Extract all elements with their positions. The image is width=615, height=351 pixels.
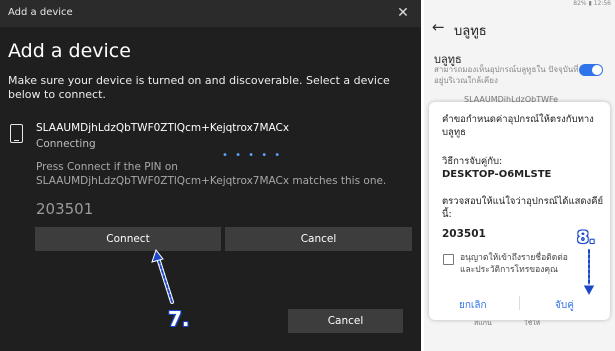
button-divider — [519, 296, 520, 310]
close-icon[interactable]: ✕ — [393, 3, 413, 23]
pairing-dialog: คำขอกำหนดค่าอุปกรณ์ให้ตรงกับทางบลูทูธ วิ… — [429, 102, 610, 320]
screen-title: บลูทูธ — [454, 24, 487, 39]
phone-icon — [10, 124, 23, 143]
instructions-text: Make sure your device is turned on and d… — [8, 74, 390, 101]
allow-contacts-label: อนุญาตให้เข้าถึงรายชื่อติดต่อและประวัติก… — [460, 253, 568, 275]
window-title: Add a device — [8, 7, 73, 18]
bluetooth-description: สามารถมองเห็นอุปกรณ์บลูทูธใน ปัจจุบันที่… — [434, 65, 579, 85]
footer-cancel-button[interactable]: Cancel — [288, 309, 403, 333]
status-bar: 82% ▮ 12:56 — [424, 0, 615, 12]
page-title: Add a device — [8, 40, 131, 62]
connect-button[interactable]: Connect — [35, 227, 221, 251]
allow-contacts-checkbox[interactable] — [443, 254, 454, 265]
status-bar-text: 82% ▮ 12:56 — [573, 0, 611, 7]
dialog-cancel-button[interactable]: ยกเลิก — [459, 298, 487, 313]
step-8-annotation: 8. — [577, 228, 596, 248]
verify-key-label: ตรวจสอบให้แน่ใจว่าอุปกรณ์ได้แสดงคีย์นี้: — [442, 196, 604, 220]
add-device-window: Add a device ✕ Add a device Make sure yo… — [0, 0, 421, 351]
pin-code: 203501 — [36, 200, 94, 218]
bluetooth-toggle[interactable] — [579, 64, 603, 76]
step-7-annotation: 7. — [168, 307, 190, 331]
dialog-title: คำขอกำหนดค่าอุปกรณ์ให้ตรงกับทางบลูทูธ — [442, 114, 594, 138]
pin-message: Press Connect if the PIN on SLAAUMDjhLdz… — [36, 161, 387, 187]
pair-method-label: วิธีการจับคู่กับ: — [442, 156, 503, 167]
pair-button[interactable]: จับคู่ — [555, 298, 574, 313]
pair-target-name: DESKTOP-O6MLSTE — [442, 169, 552, 180]
cancel-button[interactable]: Cancel — [225, 227, 412, 251]
device-name: SLAAUMDjhLdzQbTWF0ZTlQcm+Kejqtrox7MACx — [36, 122, 290, 134]
back-arrow-icon[interactable]: ← — [432, 18, 445, 36]
pairing-code: 203501 — [442, 228, 486, 240]
title-bar: Add a device ✕ — [0, 0, 421, 27]
device-status: Connecting — [36, 138, 96, 150]
